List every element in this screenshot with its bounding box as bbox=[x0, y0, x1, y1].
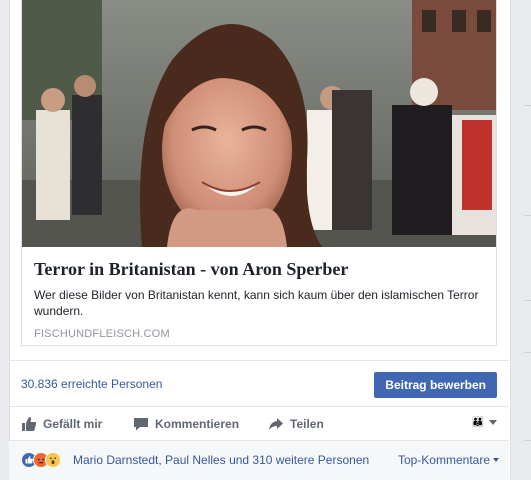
reactions-bar: Mario Darnstedt, Paul Nelles und 310 wei… bbox=[9, 440, 509, 480]
share-button[interactable]: Teilen bbox=[268, 415, 324, 433]
reactors-summary-link[interactable]: Mario Darnstedt, Paul Nelles und 310 wei… bbox=[73, 453, 369, 467]
wow-reaction-icon bbox=[45, 452, 61, 468]
comment-bubble-icon bbox=[134, 418, 148, 431]
right-rail bbox=[522, 0, 531, 479]
reaction-icons[interactable] bbox=[21, 452, 71, 468]
link-domain: FISCHUNDFLEISCH.COM bbox=[34, 328, 170, 340]
comment-sort-label: Top-Kommentare bbox=[397, 453, 490, 467]
comment-button[interactable]: Kommentieren bbox=[133, 415, 239, 433]
post-as-selector[interactable]: 👪 bbox=[472, 417, 497, 428]
share-label: Teilen bbox=[290, 417, 324, 431]
like-label: Gefällt mir bbox=[43, 417, 103, 431]
comment-label: Kommentieren bbox=[155, 417, 240, 431]
thumbs-up-icon bbox=[22, 417, 37, 431]
rail-divider bbox=[524, 300, 531, 301]
page-avatar-icon: 👪 bbox=[471, 417, 484, 428]
boost-post-button[interactable]: Beitrag bewerben bbox=[374, 372, 497, 398]
post-insights-row: 30.836 erreichte Personen Beitrag bewerb… bbox=[9, 360, 509, 407]
post-actions-bar: Gefällt mir Kommentieren Teilen 👪 bbox=[9, 406, 509, 441]
preview-image[interactable] bbox=[22, 0, 496, 247]
rail-divider bbox=[524, 215, 531, 216]
share-arrow-icon bbox=[269, 418, 283, 430]
caret-down-icon bbox=[493, 458, 499, 462]
link-title[interactable]: Terror in Britanistan - von Aron Sperber bbox=[34, 258, 486, 280]
comment-sort-dropdown[interactable]: Top-Kommentare bbox=[398, 453, 499, 467]
chevron-down-icon bbox=[489, 420, 497, 425]
link-preview[interactable]: Terror in Britanistan - von Aron Sperber… bbox=[21, 0, 497, 346]
rail-divider bbox=[524, 440, 531, 441]
rail-divider bbox=[524, 105, 531, 106]
reach-count-link[interactable]: 30.836 erreichte Personen bbox=[21, 377, 162, 391]
like-button[interactable]: Gefällt mir bbox=[21, 415, 102, 433]
video-still-image bbox=[22, 0, 496, 247]
link-description: Wer diese Bilder von Britanistan kennt, … bbox=[34, 288, 479, 318]
rail-divider bbox=[524, 352, 531, 353]
link-text[interactable]: Terror in Britanistan - von Aron Sperber… bbox=[34, 258, 486, 340]
